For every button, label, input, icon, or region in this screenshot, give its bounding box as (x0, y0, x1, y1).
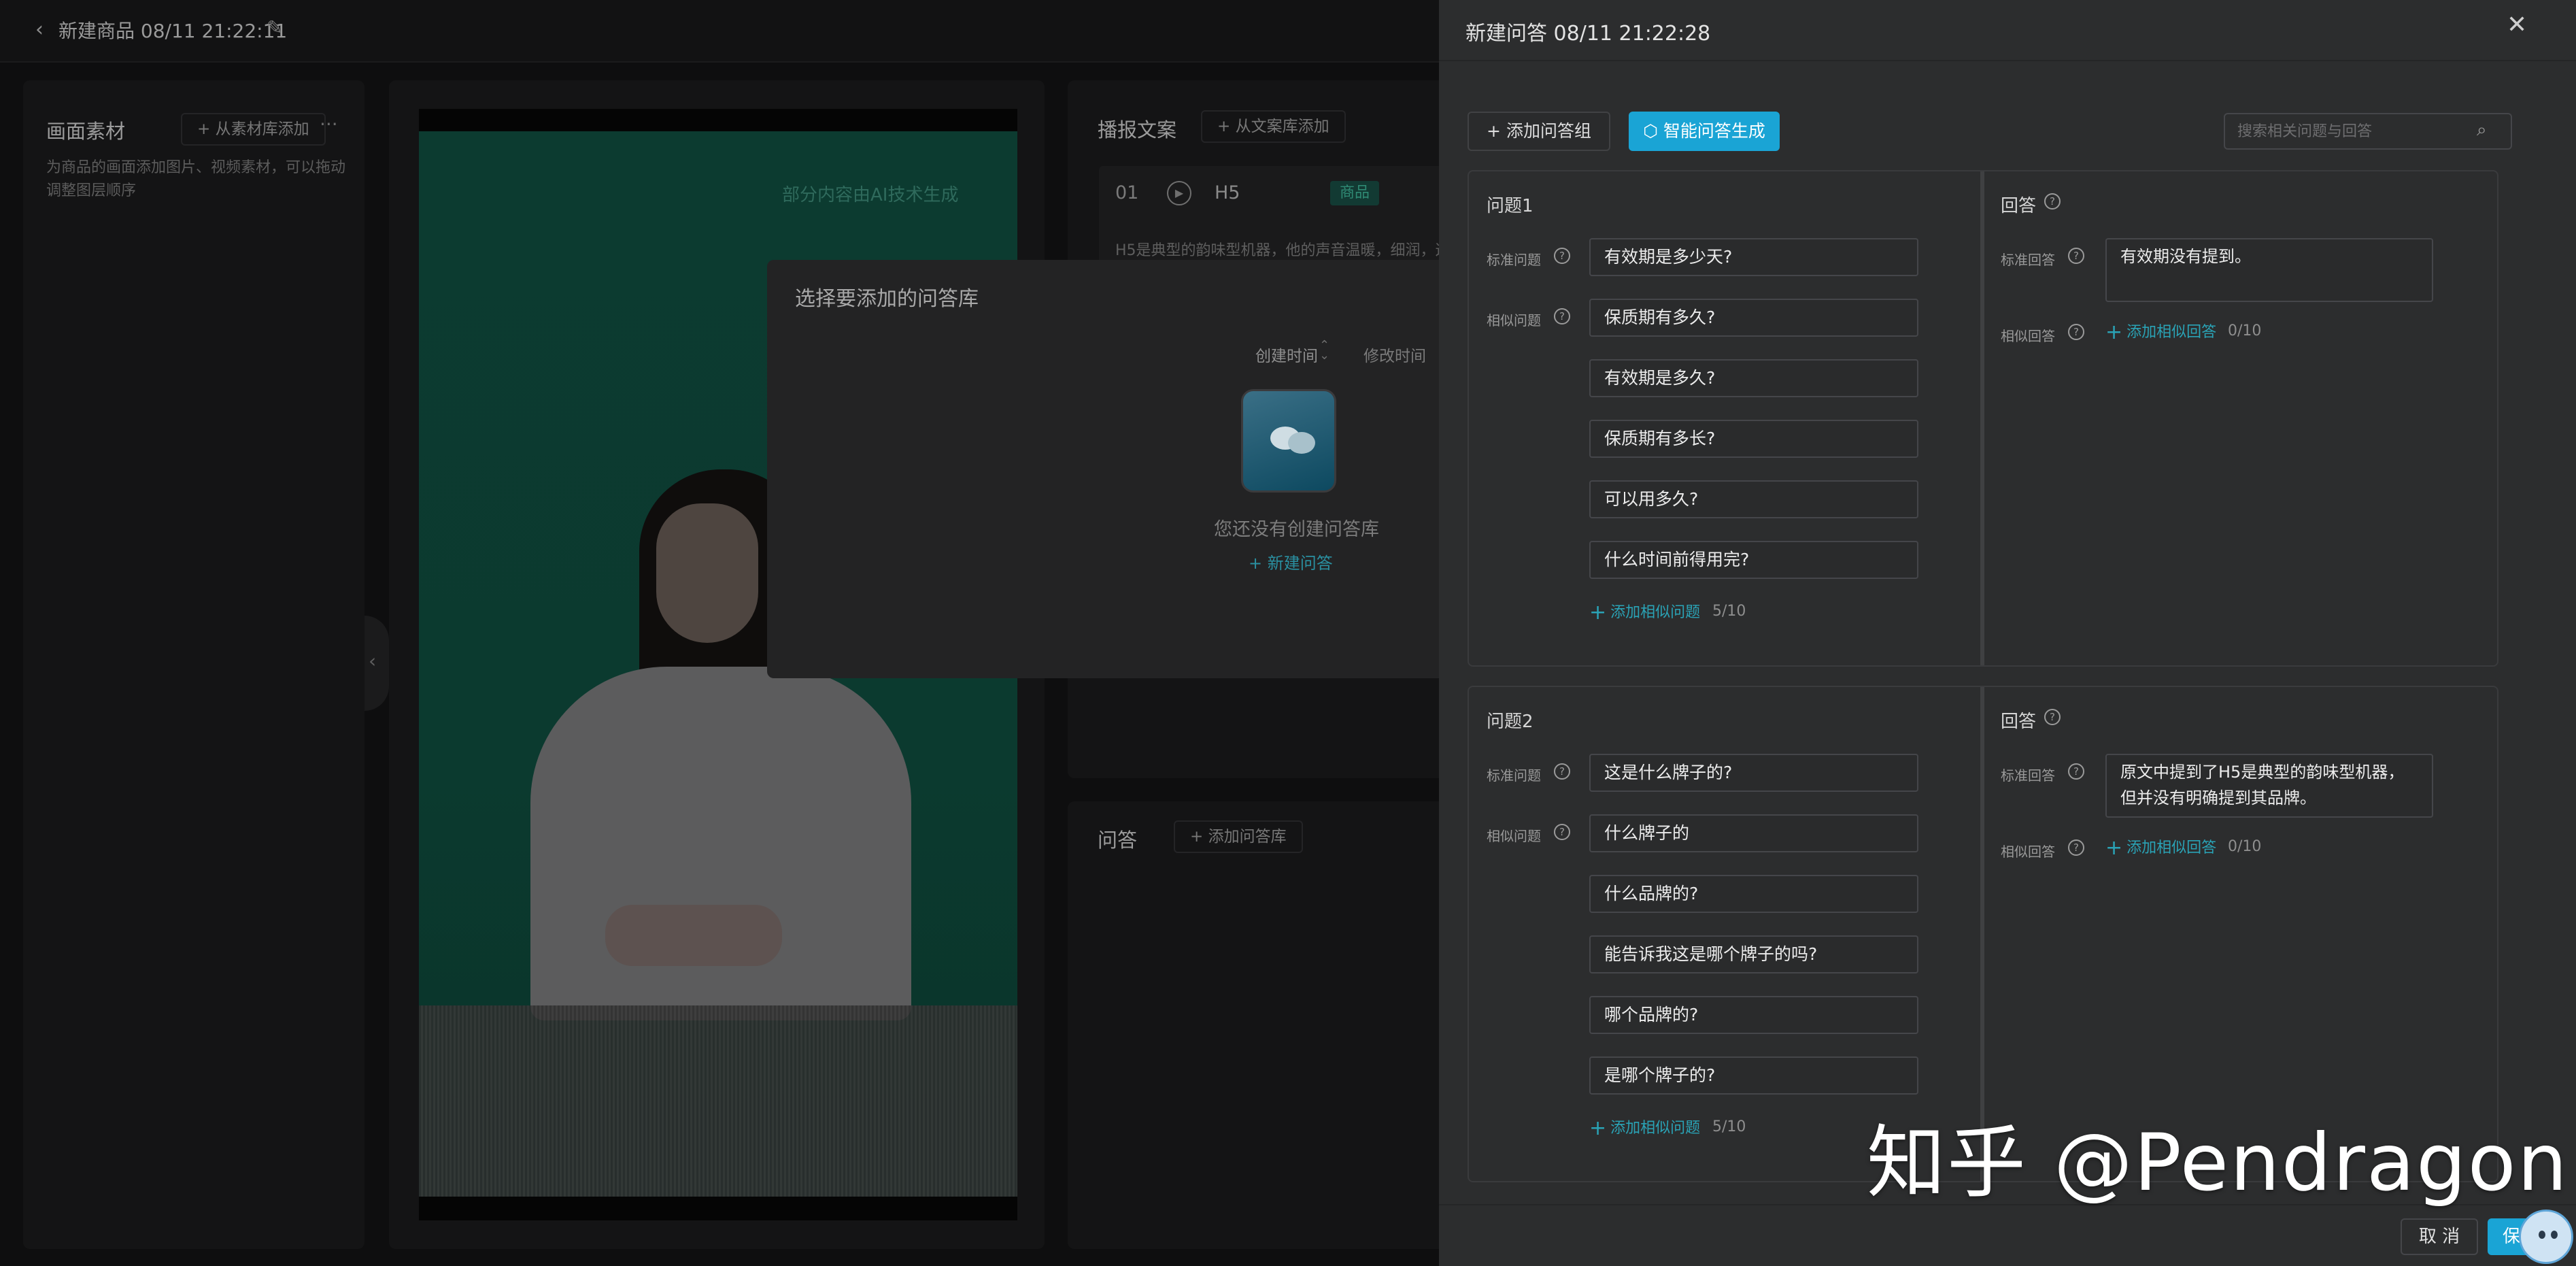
add-similar-answer-button[interactable]: + 添加相似回答 (2105, 320, 2216, 344)
question-title: 问题1 (1487, 196, 1533, 216)
script-item-tag: 商品 (1330, 181, 1380, 205)
qa-search-input[interactable] (2237, 114, 2469, 148)
help-icon[interactable]: ? (2044, 193, 2061, 210)
answer-title: 回答 (2001, 712, 2037, 732)
help-icon[interactable]: ? (1554, 308, 1570, 324)
help-icon[interactable]: ? (2044, 709, 2061, 725)
plus-icon: + (1589, 1116, 1607, 1140)
ai-generated-watermark: 部分内容由AI技术生成 (782, 185, 959, 205)
help-icon[interactable]: ? (2068, 839, 2084, 856)
similar-question-input[interactable]: 什么时间前得用完? (1589, 541, 1918, 579)
standard-question-input[interactable]: 这是什么牌子的? (1589, 754, 1918, 792)
similar-question-input[interactable]: 什么牌子的 (1589, 814, 1918, 852)
add-similar-answer-label: 添加相似回答 (2126, 839, 2217, 856)
similar-question-label: 相似问题 (1487, 312, 1541, 329)
search-icon[interactable]: ⌕ (2477, 120, 2487, 141)
chevron-left-icon: ‹ (369, 650, 377, 672)
close-icon[interactable]: ✕ (2507, 11, 2527, 39)
similar-question-input[interactable]: 可以用多久? (1589, 480, 1918, 518)
cancel-button[interactable]: 取 消 (2401, 1218, 2478, 1255)
qa-panel-title: 问答 (1098, 829, 1138, 852)
ai-generate-qa-button[interactable]: ⬡ 智能问答生成 (1629, 112, 1780, 151)
add-from-material-library-button[interactable]: + 从素材库添加 (181, 113, 326, 146)
standard-answer-textarea[interactable]: 原文中提到了H5是典型的韵味型机器，但并没有明确提到其品牌。 (2105, 754, 2433, 818)
play-icon[interactable]: ▶ (1167, 181, 1191, 205)
material-panel: 画面素材 + 从素材库添加 ··· 为商品的画面添加图片、视频素材，可以拖动调整… (23, 80, 365, 1249)
similar-question-input[interactable]: 有效期是多久? (1589, 359, 1918, 397)
empty-state-text: 您还没有创建问答库 (1214, 519, 1379, 540)
similar-question-input[interactable]: 是哪个牌子的? (1589, 1056, 1918, 1095)
similar-question-input[interactable]: 保质期有多久? (1589, 299, 1918, 337)
similar-answer-count: 0/10 (2228, 838, 2262, 855)
help-icon[interactable]: ? (2068, 763, 2084, 780)
assistant-avatar[interactable] (2519, 1210, 2573, 1264)
material-panel-description: 为商品的画面添加图片、视频素材，可以拖动调整图层顺序 (46, 159, 346, 199)
answer-title: 回答 (2001, 196, 2037, 216)
plus-icon: + (1589, 601, 1607, 624)
presenter-table (419, 1005, 1017, 1197)
chat-bubbles-icon (1241, 389, 1336, 493)
add-similar-question-button[interactable]: + 添加相似问题 (1589, 1116, 1700, 1140)
plus-icon: + (2105, 836, 2123, 860)
add-similar-question-button[interactable]: + 添加相似问题 (1589, 600, 1700, 624)
sort-modified-time[interactable]: 修改时间 (1363, 343, 1426, 366)
site-watermark: 知乎 @Pendragon (1867, 1117, 2569, 1209)
pencil-icon[interactable]: ✎ (267, 16, 282, 39)
similar-question-count: 5/10 (1712, 603, 1746, 620)
presenter-body (530, 667, 911, 1020)
similar-answer-label: 相似回答 (2001, 328, 2055, 344)
script-item-number: 01 (1115, 182, 1139, 203)
standard-answer-label: 标准回答 (2001, 252, 2055, 268)
collapse-panel-tab[interactable]: ‹ (365, 616, 389, 711)
question-title: 问题2 (1487, 712, 1533, 732)
page-title: 新建商品 08/11 21:22:11 (58, 20, 288, 42)
qa-panel: 问答 + 添加问答库 (1068, 801, 1476, 1249)
add-from-script-library-button[interactable]: + 从文案库添加 (1201, 110, 1346, 143)
script-item-name: H5 (1215, 182, 1240, 203)
select-qa-library-modal (767, 260, 1488, 678)
add-qa-library-button[interactable]: + 添加问答库 (1174, 820, 1303, 853)
similar-question-input[interactable]: 什么品牌的? (1589, 875, 1918, 913)
qa-search-box: ⌕ (2224, 113, 2512, 150)
similar-question-input[interactable]: 哪个品牌的? (1589, 996, 1918, 1034)
add-similar-question-label: 添加相似问题 (1610, 604, 1701, 621)
help-icon[interactable]: ? (1554, 824, 1570, 840)
standard-question-label: 标准问题 (1487, 767, 1541, 784)
chevron-left-icon[interactable]: ‹ (35, 18, 44, 41)
script-panel-title: 播报文案 (1098, 118, 1177, 141)
new-qa-link[interactable]: + 新建问答 (1249, 550, 1333, 573)
similar-question-label: 相似问题 (1487, 828, 1541, 844)
similar-question-input[interactable]: 保质期有多长? (1589, 420, 1918, 458)
help-icon[interactable]: ? (2068, 248, 2084, 264)
drawer-divider (1439, 60, 2576, 61)
add-similar-question-label: 添加相似问题 (1610, 1120, 1701, 1137)
sort-icon[interactable]: ⌃ ⌄ (1319, 339, 1329, 362)
similar-question-count: 5/10 (1712, 1118, 1746, 1135)
similar-answer-count: 0/10 (2228, 322, 2262, 339)
script-item-text: H5是典型的韵味型机器，他的声音温暖，细润，这种 (1115, 242, 1465, 259)
presenter-hands (605, 905, 782, 966)
cube-icon: ⬡ (1643, 121, 1663, 141)
standard-question-label: 标准问题 (1487, 252, 1541, 268)
drawer-title: 新建问答 08/11 21:22:28 (1465, 22, 1711, 46)
ai-generate-qa-label: 智能问答生成 (1663, 121, 1765, 141)
add-similar-answer-label: 添加相似回答 (2126, 324, 2217, 341)
standard-answer-textarea[interactable]: 有效期没有提到。 (2105, 238, 2433, 302)
presenter-face (656, 503, 758, 643)
add-similar-answer-button[interactable]: + 添加相似回答 (2105, 835, 2216, 860)
standard-answer-label: 标准回答 (2001, 767, 2055, 784)
column-divider (1980, 171, 1984, 665)
similar-question-input[interactable]: 能告诉我这是哪个牌子的吗? (1589, 935, 1918, 973)
modal-title: 选择要添加的问答库 (795, 287, 979, 311)
sort-created-time[interactable]: 创建时间 (1255, 343, 1318, 366)
similar-answer-label: 相似回答 (2001, 844, 2055, 860)
help-icon[interactable]: ? (1554, 763, 1570, 780)
material-panel-title: 画面素材 (46, 120, 126, 143)
standard-question-input[interactable]: 有效期是多少天? (1589, 238, 1918, 276)
plus-icon: + (2105, 320, 2123, 344)
more-icon[interactable]: ··· (320, 113, 338, 135)
add-qa-group-button[interactable]: + 添加问答组 (1468, 112, 1610, 151)
help-icon[interactable]: ? (2068, 324, 2084, 340)
help-icon[interactable]: ? (1554, 248, 1570, 264)
